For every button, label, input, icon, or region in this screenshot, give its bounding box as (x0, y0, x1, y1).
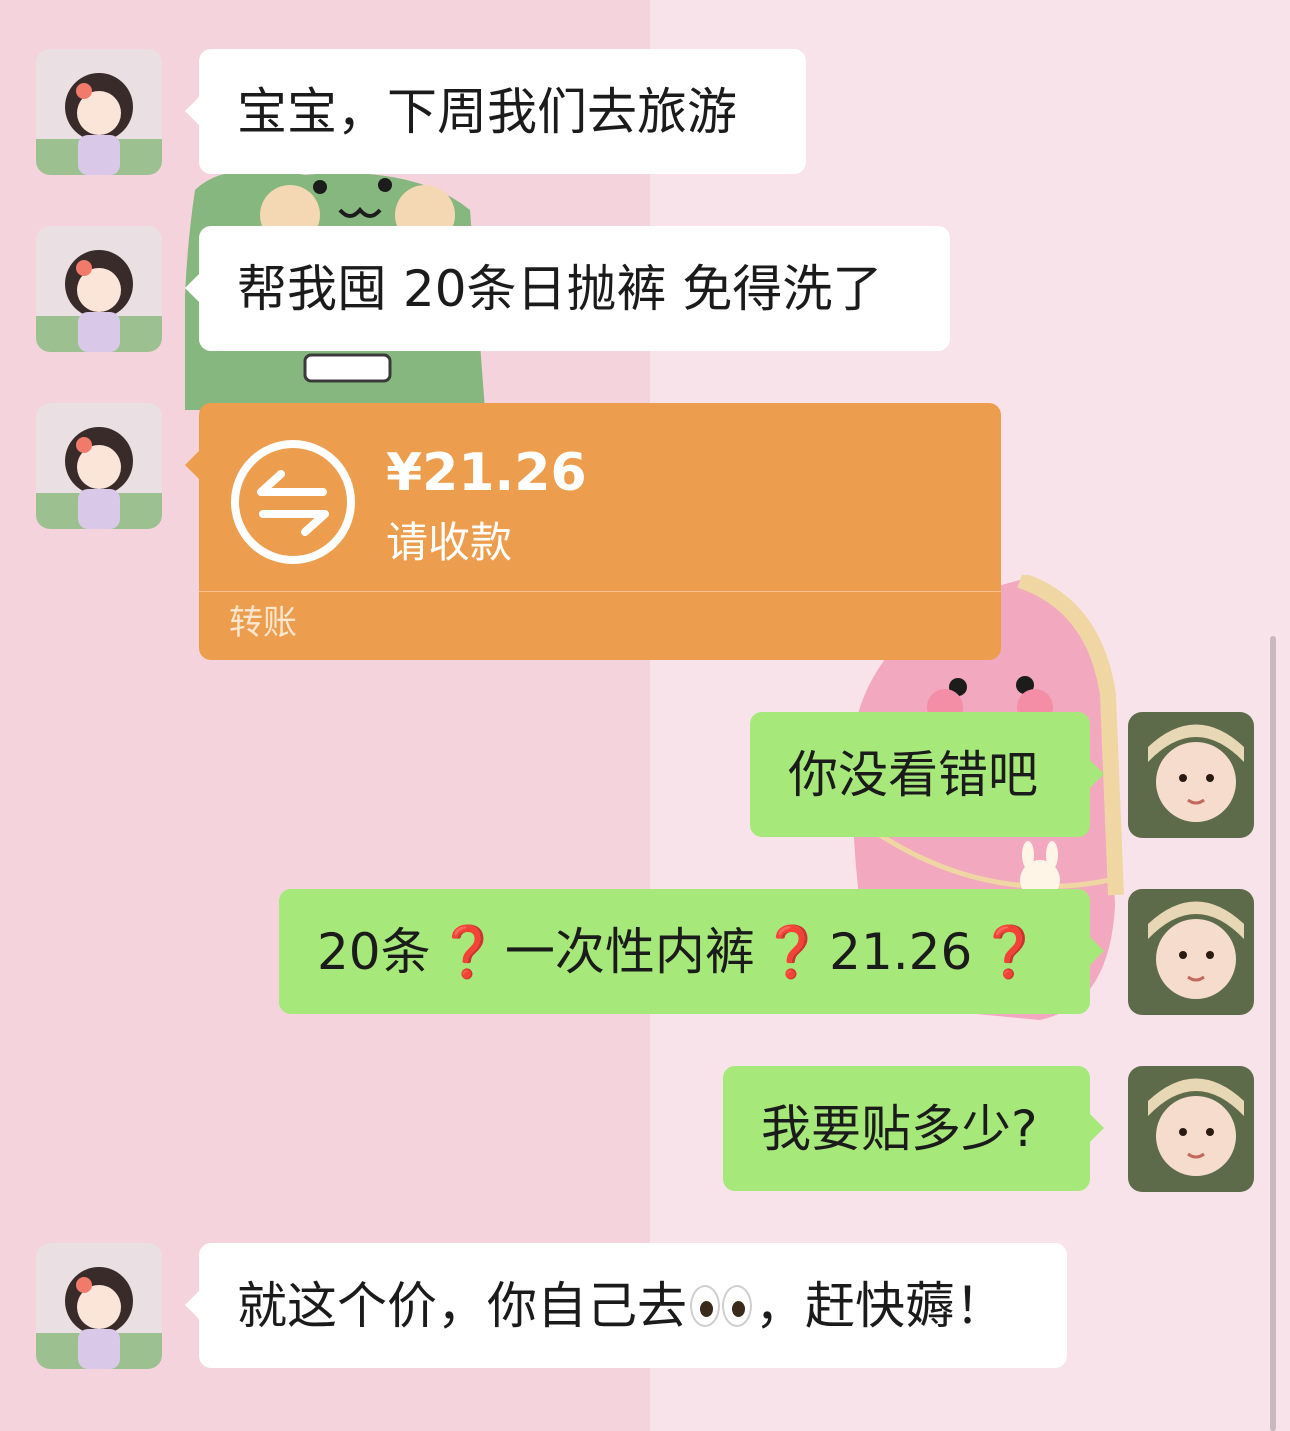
contact-avatar[interactable] (36, 49, 162, 175)
transfer-arrows-icon (231, 440, 355, 564)
transfer-divider (199, 591, 1001, 592)
self-avatar[interactable] (1128, 712, 1254, 838)
incoming-message-bubble[interactable]: 就这个价，你自己去 ，赶快薅！ (185, 1243, 1067, 1368)
transfer-type-label: 转账 (229, 603, 297, 643)
message-text-part: 一次性内裤 (504, 922, 755, 981)
red-question-mark: ❓ (760, 922, 824, 981)
message-text: 帮我囤 20条日抛裤 免得洗了 (237, 259, 883, 318)
transfer-card[interactable]: ¥21.26 请收款 转账 (185, 403, 1001, 660)
incoming-message-bubble[interactable]: 帮我囤 20条日抛裤 免得洗了 (185, 226, 950, 351)
red-question-mark: ❓ (436, 922, 499, 981)
message-text-part: 20条 (317, 922, 431, 981)
message-text-part: ，赶快薅！ (755, 1276, 1005, 1335)
incoming-message-bubble[interactable]: 宝宝，下周我们去旅游 (185, 49, 806, 174)
message-text-part: 21.26 (829, 922, 973, 981)
message-text: 你没看错吧 (788, 745, 1038, 804)
outgoing-message-bubble[interactable]: 20条 ❓ 一次性内裤 ❓ 21.26 ❓ (279, 889, 1104, 1014)
outgoing-message-bubble[interactable]: 我要贴多少? (723, 1066, 1104, 1191)
scrollbar[interactable] (1270, 636, 1276, 1431)
transfer-amount: ¥21.26 (386, 443, 587, 503)
contact-avatar[interactable] (36, 1243, 162, 1369)
self-avatar[interactable] (1128, 1066, 1254, 1192)
message-text: 我要贴多少? (761, 1099, 1038, 1158)
message-text: 宝宝，下周我们去旅游 (237, 82, 737, 141)
outgoing-message-bubble[interactable]: 你没看错吧 (750, 712, 1104, 837)
eyes-emoji (689, 1284, 753, 1327)
contact-avatar[interactable] (36, 403, 162, 529)
red-question-mark: ❓ (978, 922, 1041, 981)
self-avatar[interactable] (1128, 889, 1254, 1015)
contact-avatar[interactable] (36, 226, 162, 352)
transfer-status: 请收款 (386, 518, 513, 567)
message-text-part: 就这个价，你自己去 (237, 1276, 687, 1335)
